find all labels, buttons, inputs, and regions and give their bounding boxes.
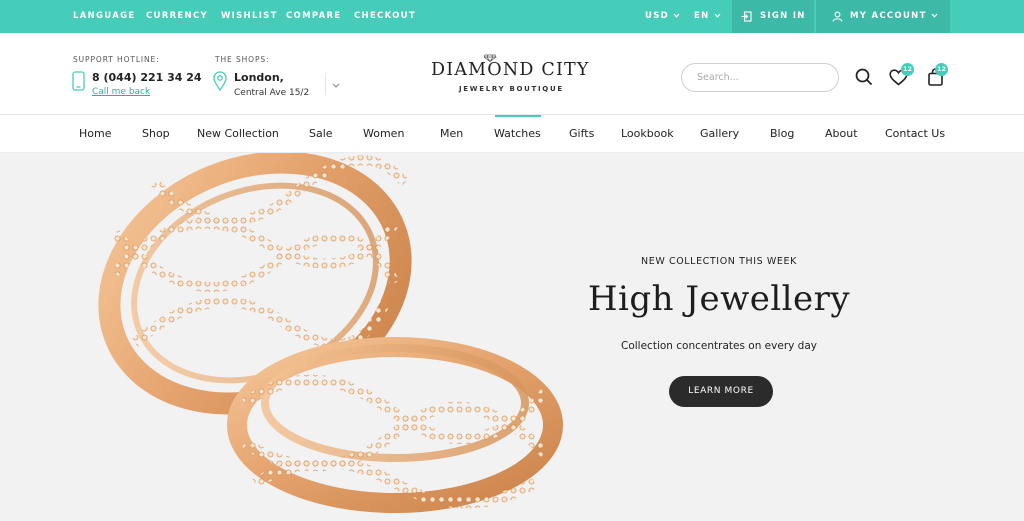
nav-item-watches[interactable]: Watches: [494, 115, 541, 153]
location-pin-icon: [213, 71, 227, 91]
nav-item-lookbook[interactable]: Lookbook: [621, 115, 674, 153]
wishlist-count-badge: 12: [901, 63, 914, 76]
shop-address: Central Ave 15/2: [234, 88, 310, 98]
nav-item-home[interactable]: Home: [79, 115, 111, 153]
learn-more-button[interactable]: LEARN MORE: [669, 376, 773, 407]
nav-item-gifts[interactable]: Gifts: [569, 115, 594, 153]
sign-in-label: SIGN IN: [760, 11, 806, 21]
nav-item-blog[interactable]: Blog: [770, 115, 794, 153]
rings-image: [98, 153, 563, 513]
nav-item-about[interactable]: About: [825, 115, 858, 153]
my-account-button[interactable]: MY ACCOUNT: [816, 0, 950, 33]
nav-item-women[interactable]: Women: [363, 115, 404, 153]
nav-item-gallery[interactable]: Gallery: [700, 115, 739, 153]
shops-dropdown-toggle[interactable]: [325, 75, 345, 95]
caret-down-icon: [931, 13, 938, 18]
hero-subtitle: Collection concentrates on every day: [621, 340, 817, 352]
language-select[interactable]: EN: [694, 0, 721, 33]
language-select-value: EN: [694, 11, 710, 21]
site-header: SUPPORT HOTLINE: 8 (044) 221 34 24 Call …: [0, 33, 1024, 115]
sign-in-button[interactable]: SIGN IN: [732, 0, 814, 33]
phone-icon: [72, 71, 85, 91]
hero-title: High Jewellery: [587, 279, 851, 319]
currency-select[interactable]: USD: [645, 0, 680, 33]
cart-count-badge: 12: [935, 63, 948, 76]
main-nav: Home Shop New Collection Sale Women Men …: [0, 115, 1024, 153]
checkout-link[interactable]: CHECKOUT: [354, 0, 416, 33]
shop-city: London,: [234, 71, 284, 84]
hotline-number[interactable]: 8 (044) 221 34 24: [92, 71, 202, 84]
compare-link[interactable]: COMPARE: [286, 0, 341, 33]
search-input[interactable]: [681, 63, 839, 92]
nav-item-contact-us[interactable]: Contact Us: [885, 115, 945, 153]
nav-item-men[interactable]: Men: [440, 115, 463, 153]
sign-in-icon: [741, 0, 752, 33]
call-me-back-link[interactable]: Call me back: [92, 87, 150, 97]
logo-subtitle: JEWELRY BOUTIQUE: [459, 85, 564, 93]
search-icon[interactable]: [853, 66, 875, 88]
caret-down-icon: [673, 13, 680, 18]
hero-banner: NEW COLLECTION THIS WEEK High Jewellery …: [0, 153, 1024, 521]
shops-label: THE SHOPS:: [215, 55, 270, 64]
my-account-text: MY ACCOUNT: [850, 11, 927, 21]
hero-kicker: NEW COLLECTION THIS WEEK: [641, 256, 797, 267]
currency-link[interactable]: CURRENCY: [146, 0, 208, 33]
caret-down-icon: [714, 13, 720, 18]
hotline-label: SUPPORT HOTLINE:: [73, 55, 160, 64]
diamond-icon: [483, 54, 497, 62]
my-account-label: MY ACCOUNT: [850, 0, 938, 33]
nav-item-sale[interactable]: Sale: [309, 115, 333, 153]
top-bar: LANGUAGE CURRENCY WISHLIST COMPARE CHECK…: [0, 0, 1024, 33]
nav-item-shop[interactable]: Shop: [142, 115, 170, 153]
language-link[interactable]: LANGUAGE: [73, 0, 136, 33]
logo-title[interactable]: DIAMOND CITY: [431, 60, 590, 80]
currency-select-value: USD: [645, 11, 669, 21]
wishlist-link[interactable]: WISHLIST: [221, 0, 278, 33]
user-icon: [832, 0, 843, 33]
chevron-down-icon: [332, 83, 339, 88]
nav-item-new-collection[interactable]: New Collection: [197, 115, 279, 153]
